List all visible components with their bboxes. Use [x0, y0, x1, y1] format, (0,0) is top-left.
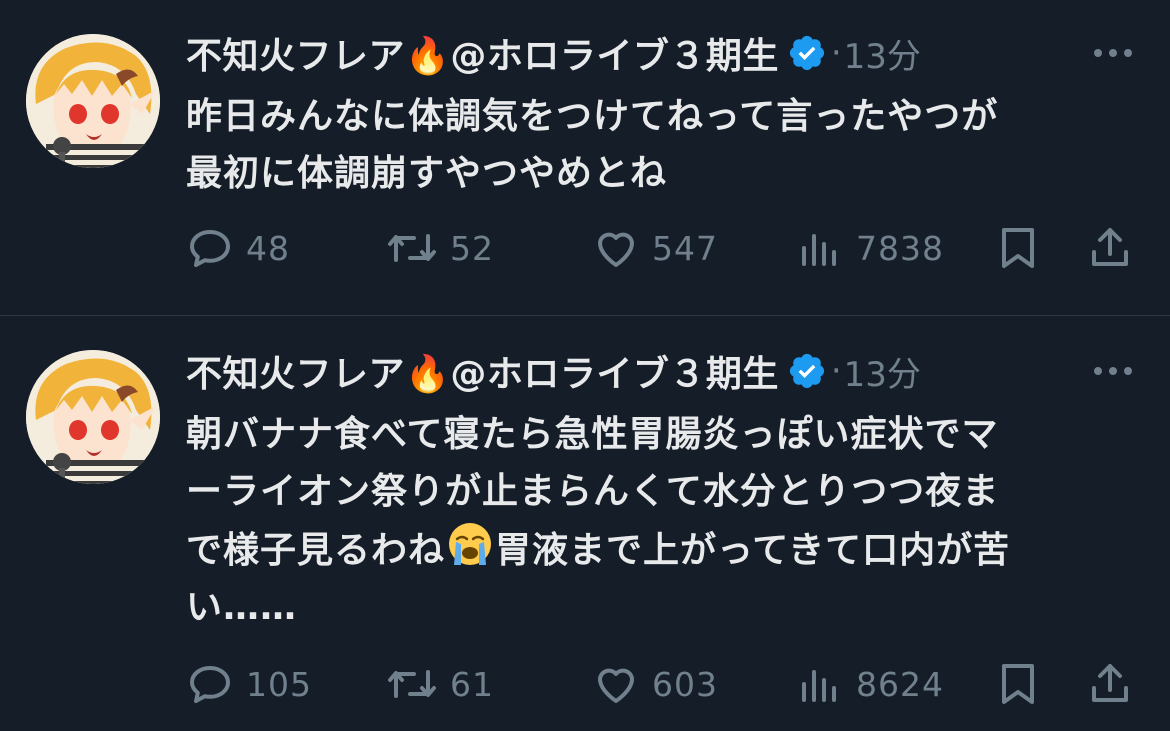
action-bar: 105 61 603 8624: [186, 658, 1146, 710]
like-count: 603: [652, 664, 718, 704]
action-bar: 48 52 547 7838: [186, 222, 1146, 274]
time-separator: ·: [830, 351, 842, 391]
tweet-header: 不知火フレア🔥@ホロライブ３期生 · 13分: [186, 28, 1140, 78]
reply-icon: [190, 230, 230, 267]
view-count: 8624: [856, 664, 944, 704]
tweet-text-line: ーライオン祭りが止まらんくて水分とりつつ夜ま: [186, 471, 1000, 512]
reply-count: 105: [246, 664, 312, 704]
views-button[interactable]: 8624: [796, 658, 944, 710]
timestamp[interactable]: 13分: [844, 347, 921, 396]
retweet-count: 52: [450, 228, 494, 268]
reply-button[interactable]: 105: [186, 658, 312, 710]
bookmark-icon: [1002, 228, 1034, 268]
tweet[interactable]: 不知火フレア🔥@ホロライブ３期生 · 13分 昨日みんなに体調気をつけてねって言…: [0, 0, 1170, 316]
bookmark-button[interactable]: [996, 222, 1040, 274]
tweet-text: 朝バナナ食べて寝たら急性胃腸炎っぽい症状でマ ーライオン祭りが止まらんくて水分と…: [186, 406, 1146, 636]
tweet-header: 不知火フレア🔥@ホロライブ３期生 · 13分: [186, 346, 1140, 396]
verified-badge-icon: [789, 35, 824, 71]
verified-badge-icon: [789, 353, 824, 389]
like-icon: [598, 232, 634, 267]
share-icon: [1092, 664, 1128, 702]
bookmark-icon: [1002, 664, 1034, 704]
more-icon[interactable]: [1092, 364, 1134, 378]
tweet-text-line: い……: [186, 587, 298, 628]
tweet-text-line: 最初に体調崩すやつやめとね: [186, 153, 668, 194]
views-button[interactable]: 7838: [796, 222, 944, 274]
like-count: 547: [652, 228, 718, 268]
share-icon: [1092, 228, 1128, 266]
more-icon[interactable]: [1092, 46, 1134, 60]
timestamp[interactable]: 13分: [844, 29, 921, 78]
reply-count: 48: [246, 228, 290, 268]
retweet-button[interactable]: 52: [386, 222, 494, 274]
tweet-text-segment: 胃液まで上がってきて口内が苦: [495, 530, 1011, 571]
share-button[interactable]: [1086, 658, 1134, 710]
tweet-text-line: 朝バナナ食べて寝たら急性胃腸炎っぽい症状でマ: [186, 414, 999, 455]
author-name[interactable]: 不知火フレア🔥@ホロライブ３期生: [186, 27, 779, 79]
like-button[interactable]: 603: [592, 658, 718, 710]
tweet-text: 昨日みんなに体調気をつけてねって言ったやつが 最初に体調崩すやつやめとね: [186, 88, 1146, 202]
like-icon: [598, 668, 634, 703]
tweet-text-segment: で様子見るわね: [186, 530, 446, 571]
retweet-icon: [388, 234, 436, 262]
time-separator: ·: [830, 33, 842, 73]
retweet-count: 61: [450, 664, 494, 704]
avatar[interactable]: [26, 34, 160, 168]
tweet[interactable]: 不知火フレア🔥@ホロライブ３期生 · 13分 朝バナナ食べて寝たら急性胃腸炎っぽ…: [0, 316, 1170, 731]
tweet-text-line: 昨日みんなに体調気をつけてねって言ったやつが: [186, 96, 999, 137]
retweet-button[interactable]: 61: [386, 658, 494, 710]
author-name[interactable]: 不知火フレア🔥@ホロライブ３期生: [186, 345, 779, 397]
avatar[interactable]: [26, 350, 160, 484]
loudly-crying-face-emoji: [449, 523, 492, 565]
views-icon: [802, 234, 836, 266]
share-button[interactable]: [1086, 222, 1134, 274]
views-icon: [802, 670, 836, 702]
tweet-text-line: で様子見るわね 胃液まで上がってきて口内が苦: [186, 520, 1146, 579]
like-button[interactable]: 547: [592, 222, 718, 274]
view-count: 7838: [856, 228, 944, 268]
reply-icon: [190, 666, 230, 703]
retweet-icon: [388, 670, 436, 698]
bookmark-button[interactable]: [996, 658, 1040, 710]
reply-button[interactable]: 48: [186, 222, 290, 274]
